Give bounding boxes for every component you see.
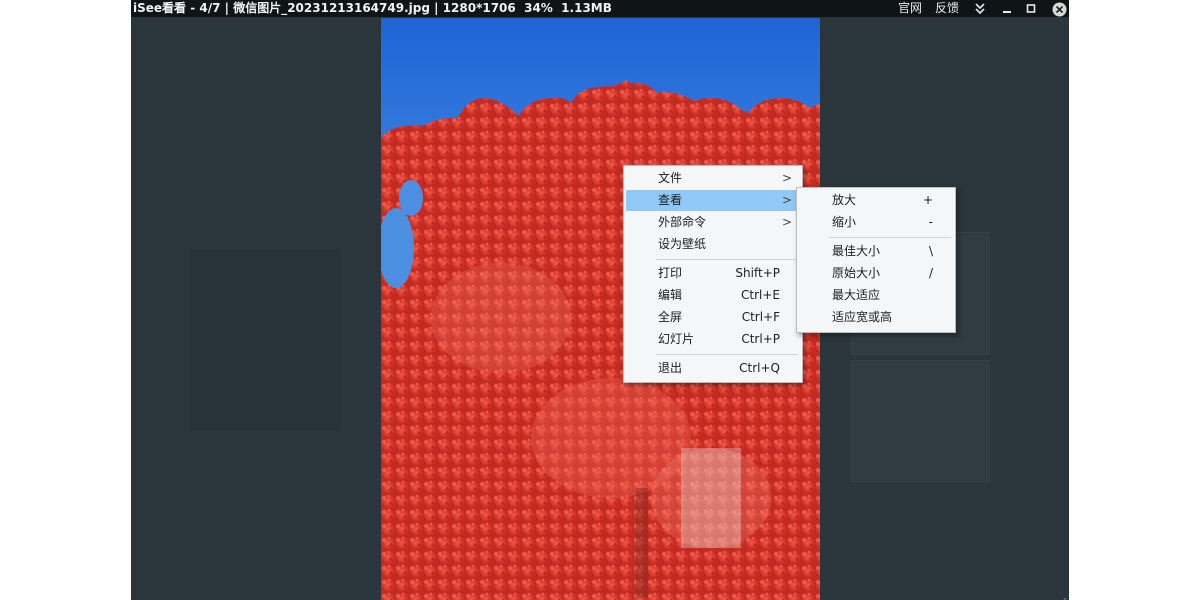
backdrop-shape <box>191 250 341 430</box>
maximize-icon[interactable] <box>1024 2 1038 15</box>
menu-item-shortcut: Ctrl+E <box>741 288 780 302</box>
menu-item-set-wallpaper[interactable]: 设为壁纸 <box>626 234 800 255</box>
menu-item-zoom-out[interactable]: 缩小 - <box>799 212 953 233</box>
menu-item-label: 编辑 <box>658 288 683 302</box>
menu-item-label: 最大适应 <box>832 288 881 302</box>
menu-item-fullscreen[interactable]: 全屏 Ctrl+F <box>626 307 800 328</box>
menu-item-view[interactable]: 查看 > <box>626 190 800 211</box>
menu-item-label: 全屏 <box>658 310 683 324</box>
chevron-double-down-icon[interactable] <box>973 2 987 15</box>
chevron-right-icon: > <box>781 171 792 185</box>
menu-item-zoom-in[interactable]: 放大 + <box>799 190 953 211</box>
menu-item-shortcut: Shift+P <box>735 266 780 280</box>
menu-item-slideshow[interactable]: 幻灯片 Ctrl+P <box>626 329 800 350</box>
minimize-icon[interactable] <box>1000 2 1014 15</box>
menu-item-label: 原始大小 <box>832 266 881 280</box>
menu-item-label: 适应宽或高 <box>832 310 893 324</box>
menu-item-print[interactable]: 打印 Shift+P <box>626 263 800 284</box>
title-bar[interactable]: iSee看看 - 4/7 | 微信图片_20231213164749.jpg |… <box>131 0 1069 17</box>
menu-item-edit[interactable]: 编辑 Ctrl+E <box>626 285 800 306</box>
menu-item-max-fit[interactable]: 最大适应 <box>799 285 953 306</box>
context-menu: 文件 > 查看 > 外部命令 > 设为壁纸 打印 Shift+P 编辑 Ctrl… <box>623 165 803 383</box>
menu-separator <box>656 259 798 260</box>
menu-item-shortcut: Ctrl+P <box>741 332 780 346</box>
menu-item-label: 最佳大小 <box>832 244 881 258</box>
menu-separator <box>656 354 798 355</box>
chevron-right-icon: > <box>781 193 792 207</box>
menu-item-fit-width-or-height[interactable]: 适应宽或高 <box>799 307 953 328</box>
window-title: iSee看看 - 4/7 | 微信图片_20231213164749.jpg |… <box>133 1 612 15</box>
menu-item-shortcut: / <box>928 266 933 280</box>
menu-item-label: 退出 <box>658 361 683 375</box>
menu-item-label: 文件 <box>658 171 683 185</box>
menu-item-external-commands[interactable]: 外部命令 > <box>626 212 800 233</box>
menu-separator <box>829 237 951 238</box>
close-icon[interactable] <box>1051 1 1067 17</box>
backdrop-shape <box>851 360 990 482</box>
menu-item-label: 缩小 <box>832 215 857 229</box>
menu-item-best-size[interactable]: 最佳大小 \ <box>799 241 953 262</box>
menu-item-original-size[interactable]: 原始大小 / <box>799 263 953 284</box>
menu-item-label: 幻灯片 <box>658 332 695 346</box>
menu-item-shortcut: Ctrl+Q <box>739 361 780 375</box>
menu-item-label: 查看 <box>658 193 683 207</box>
menu-item-label: 设为壁纸 <box>658 237 707 251</box>
chevron-right-icon: > <box>781 215 792 229</box>
resize-grip-icon[interactable] <box>1059 590 1067 600</box>
menu-item-shortcut: - <box>928 215 933 229</box>
menu-item-label: 放大 <box>832 193 857 207</box>
view-submenu: 放大 + 缩小 - 最佳大小 \ 原始大小 / 最大适应 适应宽或高 <box>796 187 956 333</box>
menu-item-shortcut: Ctrl+F <box>741 310 780 324</box>
menu-item-exit[interactable]: 退出 Ctrl+Q <box>626 358 800 379</box>
menu-item-file[interactable]: 文件 > <box>626 168 800 189</box>
feedback-button[interactable]: 反馈 <box>935 0 959 17</box>
official-site-button[interactable]: 官网 <box>898 0 922 17</box>
menu-item-label: 打印 <box>658 266 683 280</box>
menu-item-shortcut: + <box>922 193 933 207</box>
menu-item-label: 外部命令 <box>658 215 707 229</box>
menu-item-shortcut: \ <box>928 244 933 258</box>
